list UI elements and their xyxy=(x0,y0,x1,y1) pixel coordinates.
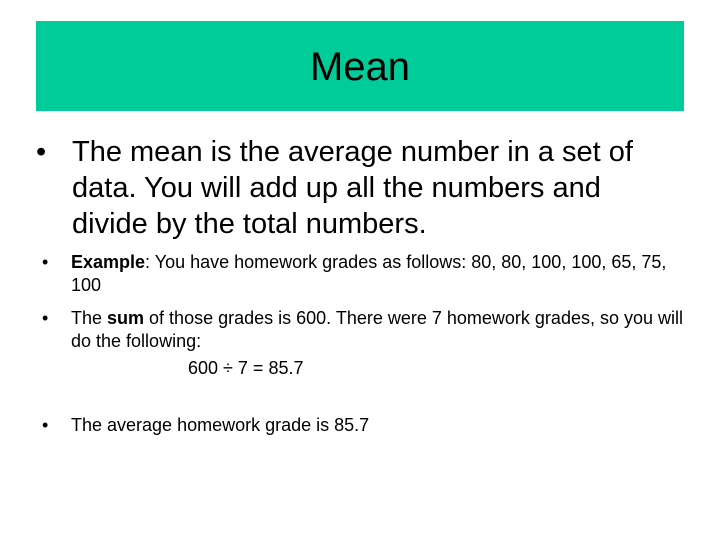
bullet-icon: • xyxy=(42,252,49,272)
sum-bold: sum xyxy=(107,308,145,328)
sum-post: of those grades is 600. There were 7 hom… xyxy=(71,308,683,351)
conclusion-bullet: • The average homework grade is 85.7 xyxy=(36,414,686,437)
definition-text: The mean is the average number in a set … xyxy=(72,136,633,240)
bullet-icon: • xyxy=(42,415,49,435)
slide-title: Mean xyxy=(309,45,411,89)
example-text: : You have homework grades as follows: 8… xyxy=(71,252,667,295)
bullet-icon: • xyxy=(36,136,47,168)
sum-pre: The xyxy=(71,308,108,328)
definition-bullet: • The mean is the average number in a se… xyxy=(36,134,676,242)
example-label: Example xyxy=(71,252,146,272)
conclusion-text: The average homework grade is 85.7 xyxy=(71,415,370,435)
title-bar: Mean xyxy=(36,21,684,111)
equation: 600 ÷ 7 = 85.7 xyxy=(188,358,304,378)
sum-bullet: • The sum of those grades is 600. There … xyxy=(36,307,686,353)
example-bullet: • Example: You have homework grades as f… xyxy=(36,251,686,297)
bullet-icon: • xyxy=(42,308,49,328)
